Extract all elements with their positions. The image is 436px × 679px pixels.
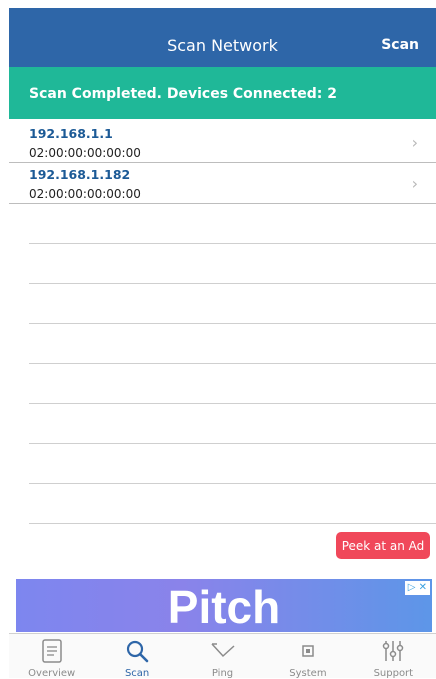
empty-row	[29, 244, 436, 284]
chevron-right-icon: ›	[411, 133, 418, 152]
sliders-icon	[383, 641, 404, 661]
chip-icon	[302, 645, 314, 657]
tab-support[interactable]: Support	[351, 634, 436, 679]
document-icon	[41, 639, 62, 663]
empty-row	[29, 444, 436, 484]
empty-row	[29, 484, 436, 524]
empty-row	[29, 204, 436, 244]
device-row[interactable]: 192.168.1.1 02:00:00:00:00:00 ›	[9, 122, 436, 163]
device-ip: 192.168.1.1	[29, 126, 113, 141]
peek-ad-button[interactable]: Peek at an Ad	[336, 532, 430, 559]
magnifier-icon	[127, 640, 149, 663]
scan-button[interactable]: Scan	[381, 37, 419, 53]
tab-ping[interactable]: Ping	[180, 634, 265, 679]
empty-row	[29, 364, 436, 404]
empty-row	[29, 404, 436, 444]
tab-overview[interactable]: Overview	[9, 634, 94, 679]
ad-choices-icon[interactable]: ▷ ✕	[404, 581, 430, 595]
device-list: 192.168.1.1 02:00:00:00:00:00 › 192.168.…	[9, 122, 436, 524]
device-ip: 192.168.1.182	[29, 167, 131, 182]
tab-label: Scan	[124, 668, 150, 679]
device-row[interactable]: 192.168.1.182 02:00:00:00:00:00 ›	[9, 163, 436, 204]
tab-scan[interactable]: Scan	[94, 634, 179, 679]
ad-brand: Pitch	[167, 581, 281, 632]
tab-label: Overview	[28, 668, 76, 679]
chevron-right-icon: ›	[411, 174, 418, 193]
tab-bar: Overview Scan Ping System Support	[9, 633, 436, 679]
empty-row	[29, 284, 436, 324]
device-mac: 02:00:00:00:00:00	[29, 146, 141, 160]
tab-label: System	[289, 668, 327, 679]
nav-bar: Scan Network Scan	[9, 8, 436, 67]
device-mac: 02:00:00:00:00:00	[29, 187, 141, 201]
tab-system[interactable]: System	[265, 634, 350, 679]
tab-label: Ping	[211, 668, 234, 679]
ping-icon	[210, 643, 235, 658]
status-banner: Scan Completed. Devices Connected: 2	[9, 67, 436, 119]
ad-banner[interactable]: Pitch ▷ ✕	[16, 579, 432, 632]
empty-row	[29, 324, 436, 364]
tab-label: Support	[373, 668, 414, 679]
nav-title: Scan Network	[167, 36, 278, 55]
